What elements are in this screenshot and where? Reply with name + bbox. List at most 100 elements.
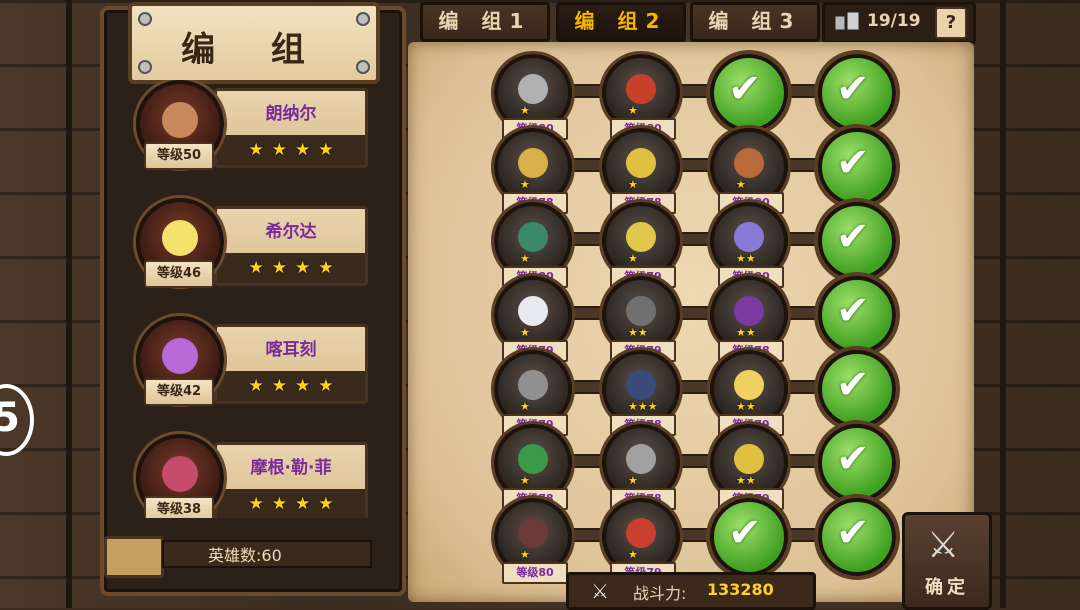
title-board: 编 组 (128, 2, 380, 84)
hero-face (518, 444, 548, 474)
formation-hero-slot[interactable]: ★等级79 (494, 350, 572, 436)
hero-face (162, 338, 198, 374)
tab-formation-1[interactable]: 编 组1 (420, 2, 550, 42)
star-icon: ★ (248, 258, 264, 278)
formation-hero-slot[interactable]: ★等级80 (494, 202, 572, 288)
star-icon: ★ (520, 474, 530, 487)
star-icon: ★ (520, 326, 530, 339)
star-icon: ★★ (628, 326, 648, 339)
formation-hero-slot[interactable]: ★等级78 (494, 424, 572, 510)
formation-hero-slot[interactable]: ★等级80 (710, 128, 788, 214)
star-icon: ★ (271, 494, 287, 514)
formation-hero-slot[interactable]: ★等级79 (602, 498, 680, 584)
formation-hero-slot[interactable]: ★★等级79 (710, 350, 788, 436)
star-icon: ★★ (736, 400, 756, 413)
formation-hero-slot[interactable]: ★等级79 (602, 202, 680, 288)
empty-slot[interactable]: ✔ (818, 424, 896, 502)
hero-name: 希尔达 (265, 222, 317, 242)
empty-slot[interactable]: ✔ (818, 276, 896, 354)
star-icon: ★ (248, 376, 264, 396)
hero-face (734, 148, 764, 178)
star-icon: ★ (628, 252, 638, 265)
formation-hero-slot[interactable]: ★等级80 (602, 54, 680, 140)
wood-seam (1000, 0, 1006, 608)
hero-card[interactable]: 摩根·勒·菲 ★ ★ ★ ★ 等级38 (116, 434, 386, 518)
hero-info-box: 朗纳尔 ★ ★ ★ ★ (214, 88, 368, 168)
hero-level: 等级46 (144, 260, 214, 288)
star-icon: ★ (295, 140, 311, 160)
formation-hero-slot[interactable]: ★等级78 (494, 128, 572, 214)
star-icon: ★ (271, 140, 287, 160)
formation-hero-slot[interactable]: ★等级80 (494, 54, 572, 140)
hero-list[interactable]: 朗纳尔 ★ ★ ★ ★ 等级50 希尔达 ★ ★ ★ ★ 等级46 喀耳刻 ★ ★ ★ ★ 等级42 摩根·勒·菲 ★… (116, 80, 386, 518)
hero-info-box: 希尔达 ★ ★ ★ ★ (214, 206, 368, 286)
empty-slot[interactable]: ✔ (818, 128, 896, 206)
hero-info-box: 喀耳刻 ★ ★ ★ ★ (214, 324, 368, 404)
formation-hero-slot[interactable]: ★★等级79 (710, 424, 788, 510)
formation-hero-slot[interactable]: ★等级79 (494, 276, 572, 362)
hero-name: 喀耳刻 (265, 340, 317, 360)
confirm-label: 确定 (925, 577, 969, 598)
formation-hero-slot[interactable]: ★等级80 (494, 498, 572, 584)
empty-slot[interactable]: ✔ (710, 54, 788, 132)
hero-stars: ★ ★ ★ ★ (217, 135, 365, 165)
star-icon: ★ (520, 178, 530, 191)
help-button[interactable]: ? (935, 7, 967, 39)
formation-row-connector (534, 306, 858, 320)
hero-stars: ★ ★ ★ ★ (217, 489, 365, 518)
star-icon: ★★ (736, 326, 756, 339)
troop-counter: 19/19 ? (822, 2, 976, 44)
star-icon: ★ (628, 178, 638, 191)
crossed-swords-icon: ⚔ (927, 525, 960, 566)
empty-slot[interactable]: ✔ (818, 202, 896, 280)
hero-face (518, 148, 548, 178)
star-icon: ★★★ (628, 400, 658, 413)
troop-count: 19/19 (867, 11, 921, 31)
hero-face (518, 370, 548, 400)
hero-info-box: 摩根·勒·菲 ★ ★ ★ ★ (214, 442, 368, 518)
hero-face (626, 444, 656, 474)
formation-hero-slot[interactable]: ★★等级78 (710, 276, 788, 362)
checkmark-icon: ✔ (836, 510, 870, 556)
empty-slot[interactable]: ✔ (818, 498, 896, 576)
hero-card[interactable]: 喀耳刻 ★ ★ ★ ★ 等级42 (116, 316, 386, 424)
formation-hero-slot[interactable]: ★等级78 (602, 424, 680, 510)
tab-formation-2[interactable]: 编 组2 (556, 2, 686, 42)
star-icon: ★ (248, 494, 264, 514)
star-icon: ★ (295, 258, 311, 278)
hero-level: 等级50 (144, 142, 214, 170)
hero-face (626, 518, 656, 548)
hero-face (162, 102, 198, 138)
star-icon: ★★ (736, 252, 756, 265)
hero-name: 朗纳尔 (265, 104, 317, 124)
star-icon: ★ (318, 494, 334, 514)
star-icon: ★ (628, 474, 638, 487)
hero-face (626, 222, 656, 252)
formation-hero-slot[interactable]: ★★★等级78 (602, 350, 680, 436)
formation-hero-slot[interactable]: ★★等级79 (602, 276, 680, 362)
formation-hero-slot[interactable]: ★等级78 (602, 128, 680, 214)
hero-face (162, 456, 198, 492)
hero-helmet-icon[interactable] (104, 536, 164, 578)
hero-card[interactable]: 希尔达 ★ ★ ★ ★ 等级46 (116, 198, 386, 306)
tab-formation-3[interactable]: 编 组3 (690, 2, 820, 42)
confirm-button[interactable]: ⚔ 确定 (902, 512, 992, 610)
page-title: 编 组 (181, 30, 327, 70)
hero-card[interactable]: 朗纳尔 ★ ★ ★ ★ 等级50 (116, 80, 386, 188)
star-icon: ★ (318, 258, 334, 278)
hero-face (518, 518, 548, 548)
hero-count-bar: 英雄数:60 (104, 536, 374, 578)
checkmark-icon: ✔ (836, 140, 870, 186)
power-value: 133280 (707, 580, 774, 599)
formation-row-connector (534, 380, 858, 394)
empty-slot[interactable]: ✔ (818, 54, 896, 132)
troop-icon (834, 11, 860, 31)
formation-hero-slot[interactable]: ★★等级80 (710, 202, 788, 288)
star-icon: ★ (318, 376, 334, 396)
checkmark-icon: ✔ (728, 66, 762, 112)
empty-slot[interactable]: ✔ (818, 350, 896, 428)
hero-face (518, 296, 548, 326)
checkmark-icon: ✔ (836, 436, 870, 482)
hero-face (626, 148, 656, 178)
empty-slot[interactable]: ✔ (710, 498, 788, 576)
